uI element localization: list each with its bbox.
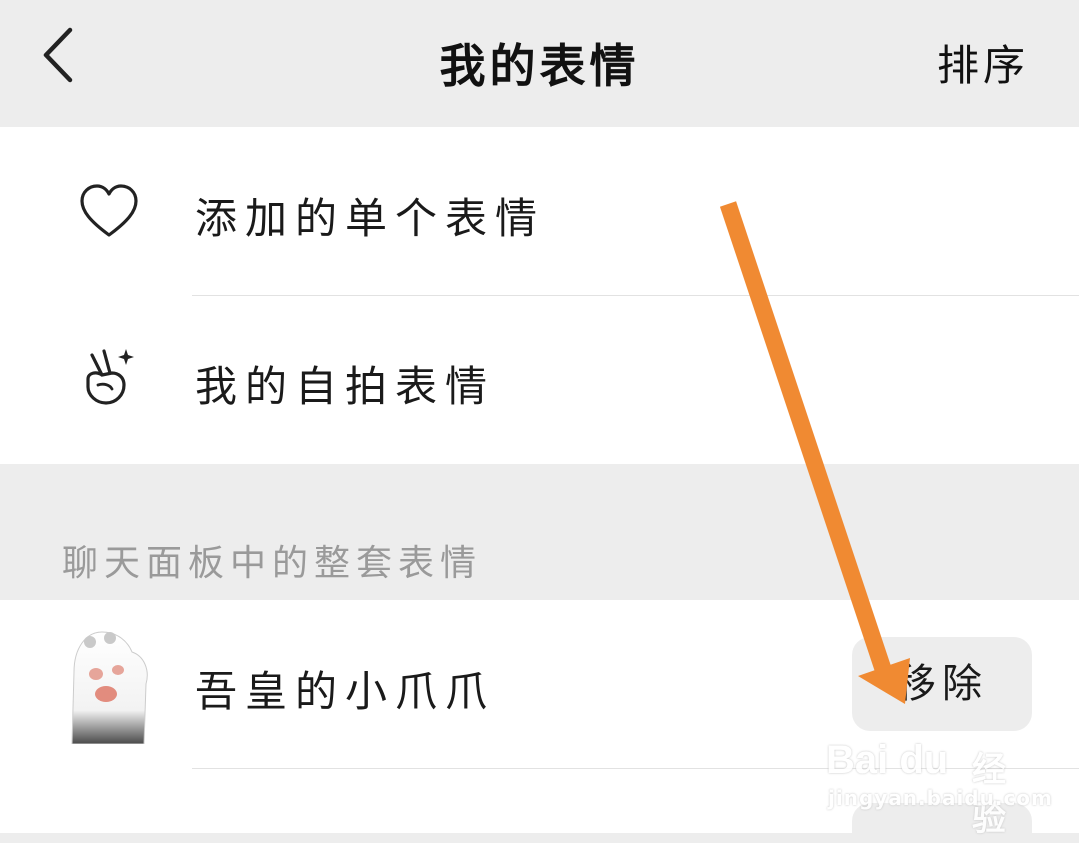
baidu-watermark: Bai du 经验 jingyan.baidu.com [826, 738, 1052, 839]
my-stickers-group: 添加的单个表情 我的自拍表情 [0, 127, 1079, 464]
remove-button[interactable]: 移除 [852, 637, 1032, 731]
nav-bar: 我的表情 排序 [0, 0, 1079, 127]
list-item-label: 我的自拍表情 [195, 362, 496, 411]
list-item-label: 添加的单个表情 [195, 194, 546, 243]
cat-paw-sticker-icon [71, 631, 148, 744]
watermark-logo: Bai du [826, 738, 949, 782]
page-title: 我的表情 [439, 39, 640, 93]
list-item-selfie-stickers[interactable]: 我的自拍表情 [0, 295, 1079, 463]
peace-hand-icon [86, 349, 134, 405]
heart-icon [80, 184, 138, 237]
watermark-url: jingyan.baidu.com [828, 786, 1053, 810]
sticker-pack-name: 吾皇的小爪爪 [195, 667, 496, 716]
section-header: 聊天面板中的整套表情 [62, 543, 483, 584]
sort-button[interactable]: 排序 [937, 32, 1029, 93]
list-item-added-stickers[interactable]: 添加的单个表情 [0, 127, 1079, 295]
